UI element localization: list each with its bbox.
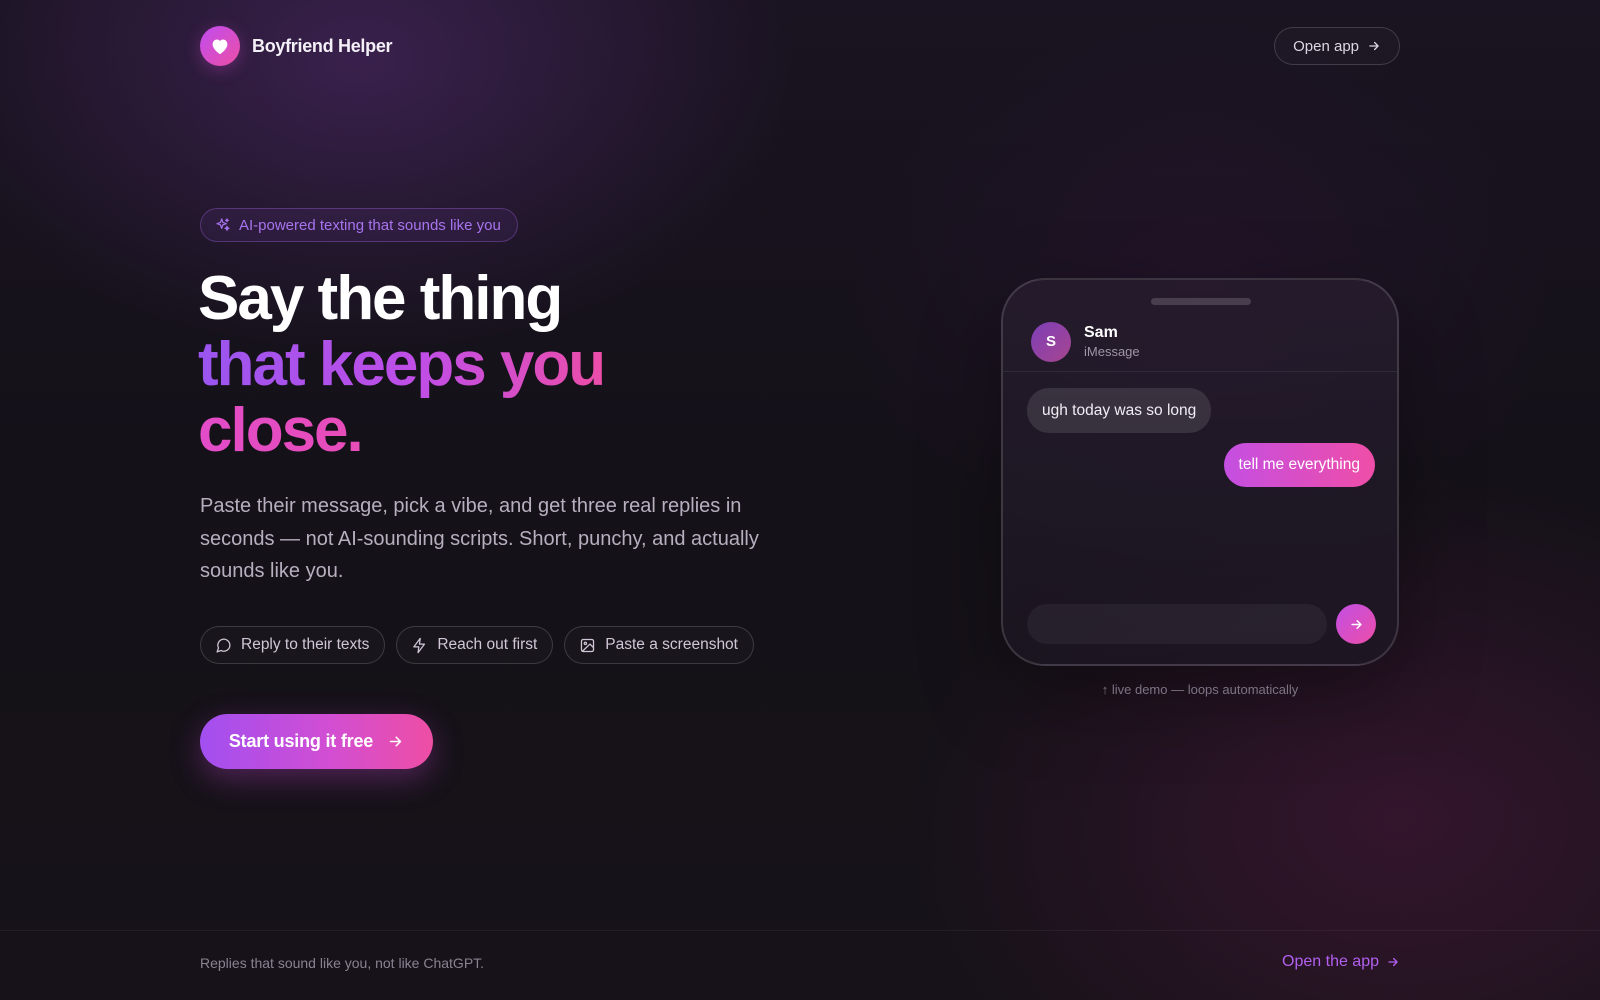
arrow-right-icon xyxy=(387,733,404,750)
cta-label: Start using it free xyxy=(228,731,374,751)
outgoing-message: tell me everything xyxy=(1223,443,1375,487)
chip-label: Reply to their texts xyxy=(241,636,370,653)
message-input[interactable] xyxy=(1027,604,1327,644)
message-bubble-icon xyxy=(215,637,232,654)
demo-caption: ↑ live demo — loops automatically xyxy=(1101,682,1299,697)
send-button[interactable] xyxy=(1336,604,1376,644)
open-app-button[interactable]: Open app xyxy=(1274,27,1400,65)
chip-reach-out-first[interactable]: Reach out first xyxy=(396,626,554,664)
contact-info: Sam iMessage xyxy=(1084,323,1140,361)
feature-chips: Reply to their texts Reach out first Pas… xyxy=(200,626,754,664)
headline-line-1: Say the thing xyxy=(198,264,563,333)
chip-reply-to-texts[interactable]: Reply to their texts xyxy=(200,626,386,664)
brand[interactable]: Boyfriend Helper xyxy=(200,26,393,66)
feature-badge: AI-powered texting that sounds like you xyxy=(200,208,518,242)
footer-tagline: Replies that sound like you, not like Ch… xyxy=(200,955,485,971)
sparkles-icon xyxy=(215,217,231,233)
open-app-label: Open app xyxy=(1293,37,1359,55)
chip-paste-screenshot[interactable]: Paste a screenshot xyxy=(564,626,754,664)
arrow-right-icon xyxy=(1386,955,1400,969)
chip-label: Reach out first xyxy=(437,636,538,653)
incoming-message: ugh today was so long xyxy=(1027,388,1212,433)
contact-name: Sam xyxy=(1084,323,1118,341)
open-the-app-link[interactable]: Open the app xyxy=(1282,953,1400,971)
footer-link-label: Open the app xyxy=(1282,953,1379,970)
arrow-right-icon xyxy=(1367,39,1381,53)
phone-notch xyxy=(1151,298,1251,305)
start-free-button[interactable]: Start using it free xyxy=(200,714,433,769)
hero-headline: Say the thing that keeps you close. xyxy=(198,264,606,464)
phone-demo: S Sam iMessage ugh today was so long tel… xyxy=(1001,278,1399,666)
hero-description: Paste their message, pick a vibe, and ge… xyxy=(200,495,759,582)
brand-name: Boyfriend Helper xyxy=(252,35,393,56)
avatar: S xyxy=(1031,321,1071,362)
heart-icon xyxy=(200,26,240,66)
headline-line-2: that keeps you xyxy=(198,330,606,399)
headline-line-3: close. xyxy=(198,398,604,464)
footer-divider xyxy=(0,930,1600,931)
chip-label: Paste a screenshot xyxy=(605,636,738,653)
arrow-right-icon xyxy=(1349,617,1364,632)
contact-app: iMessage xyxy=(1084,343,1140,359)
site-header: Boyfriend Helper Open app xyxy=(200,24,1400,68)
image-icon xyxy=(579,637,596,654)
lightning-icon xyxy=(411,637,428,654)
chat-header: S Sam iMessage xyxy=(1003,312,1397,372)
badge-text: AI-powered texting that sounds like you xyxy=(239,216,501,234)
